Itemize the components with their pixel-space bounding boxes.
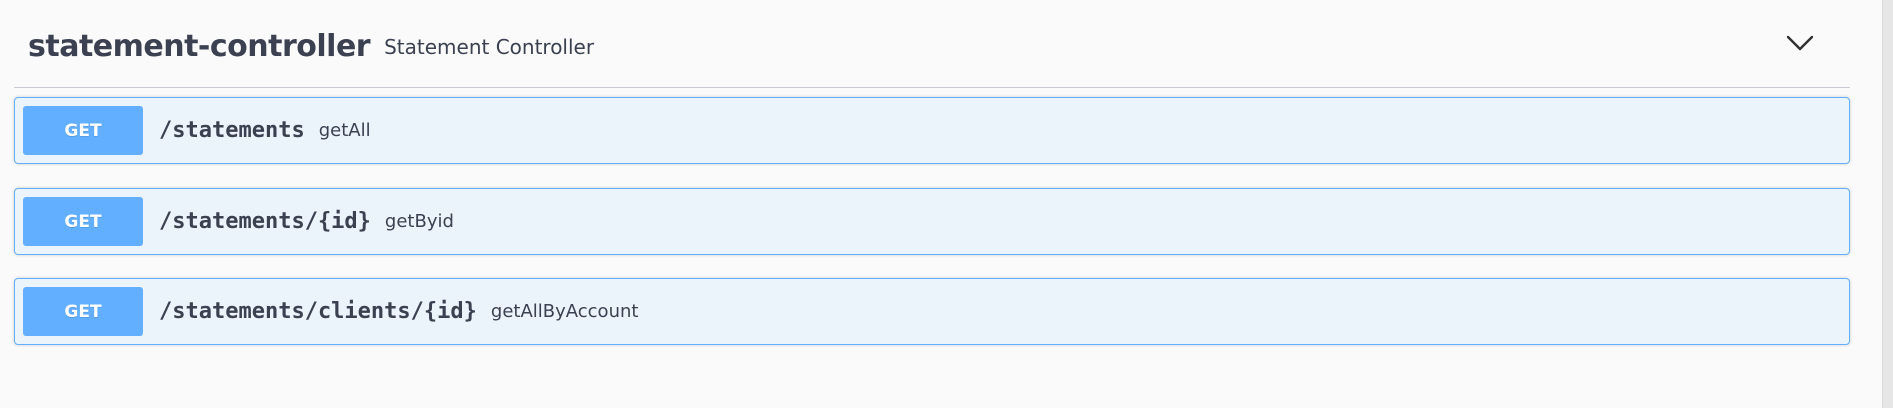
tag-header[interactable]: statement-controller Statement Controlle… (14, 0, 1850, 88)
opblock-get-statement-by-id[interactable]: GET /statements/{id} getByid (14, 188, 1850, 255)
tag-section: statement-controller Statement Controlle… (14, 0, 1850, 345)
tag-name[interactable]: statement-controller (28, 23, 371, 64)
operation-summary: getAll (318, 120, 371, 141)
vertical-scrollbar[interactable] (1882, 0, 1893, 408)
operation-summary: getByid (384, 211, 454, 232)
operation-path: /statements (159, 118, 305, 143)
tag-description: Statement Controller (384, 34, 595, 59)
method-badge: GET (23, 287, 143, 336)
operation-path: /statements/{id} (159, 209, 371, 234)
opblock-get-statements-by-client[interactable]: GET /statements/clients/{id} getAllByAcc… (14, 278, 1850, 345)
opblock-get-statements[interactable]: GET /statements getAll (14, 97, 1850, 164)
operation-summary: getAllByAccount (490, 301, 639, 322)
chevron-down-icon[interactable] (1786, 34, 1814, 52)
method-badge: GET (23, 106, 143, 155)
operation-path: /statements/clients/{id} (159, 299, 477, 324)
method-badge: GET (23, 197, 143, 246)
